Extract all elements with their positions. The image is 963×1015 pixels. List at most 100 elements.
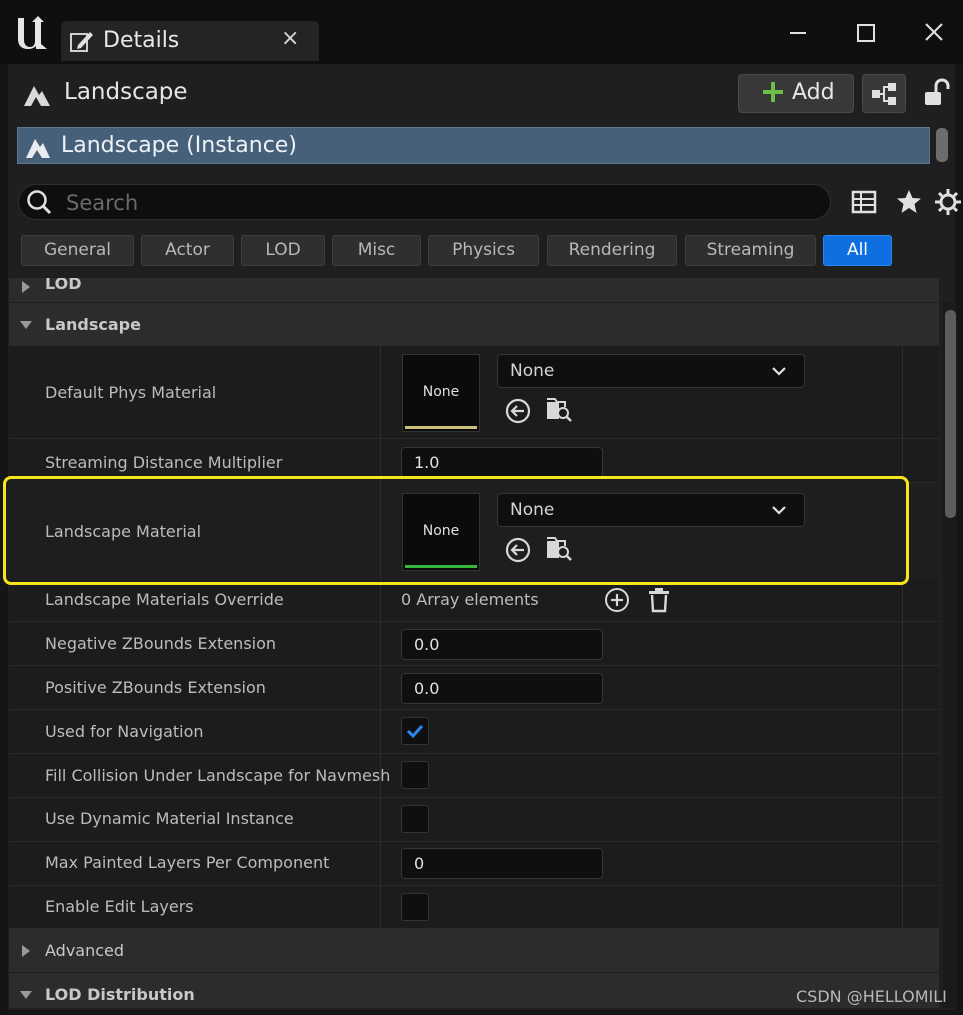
landscape-component-icon: [26, 139, 50, 158]
column-divider: [902, 798, 903, 842]
property-label: Used for Navigation: [45, 722, 204, 741]
minimize-icon[interactable]: [775, 18, 821, 48]
chevron-right-icon: [22, 945, 30, 957]
tab-all[interactable]: All: [823, 235, 892, 266]
category-label: Advanced: [45, 941, 125, 960]
tab-actor[interactable]: Actor: [141, 235, 234, 266]
material-thumbnail[interactable]: None: [402, 493, 480, 571]
column-divider: [380, 479, 381, 582]
category-advanced[interactable]: Advanced: [9, 929, 939, 972]
property-label: Landscape Material: [45, 522, 202, 541]
column-divider: [380, 886, 381, 929]
column-divider: [902, 842, 903, 886]
plus-icon: [763, 82, 783, 102]
trash-icon[interactable]: [645, 586, 673, 614]
tab-misc[interactable]: Misc: [332, 235, 421, 266]
use-selected-asset-icon[interactable]: [504, 397, 532, 425]
thumbnail-label: None: [422, 523, 460, 539]
actor-name: Landscape: [64, 79, 188, 105]
add-button-label: Add: [792, 80, 835, 105]
tab-physics[interactable]: Physics: [428, 235, 539, 266]
property-label: Negative ZBounds Extension: [45, 634, 277, 653]
favorite-star-icon[interactable]: [894, 187, 924, 217]
chevron-down-icon: [772, 506, 786, 515]
max-painted-layers-field[interactable]: [401, 848, 603, 879]
tab-lod[interactable]: LOD: [241, 235, 325, 266]
browse-asset-icon[interactable]: [545, 534, 573, 562]
chevron-down-icon: [772, 367, 786, 376]
positive-zbounds-field[interactable]: [401, 673, 603, 704]
category-lod[interactable]: LOD: [9, 278, 939, 302]
property-row-negative-zbounds: Negative ZBounds Extension: [9, 622, 939, 666]
property-label: Landscape Materials Override: [45, 590, 284, 609]
property-label: Enable Edit Layers: [45, 897, 194, 916]
property-label: Positive ZBounds Extension: [45, 678, 266, 697]
property-label: Use Dynamic Material Instance: [45, 809, 294, 828]
property-row-used-for-navigation: Used for Navigation: [9, 710, 939, 754]
close-tab-icon[interactable]: ×: [281, 26, 299, 51]
category-landscape[interactable]: Landscape: [9, 303, 939, 346]
enable-edit-layers-checkbox[interactable]: [401, 893, 429, 921]
property-label: Max Painted Layers Per Component: [45, 853, 330, 872]
settings-gear-icon[interactable]: [933, 187, 963, 217]
property-row-positive-zbounds: Positive ZBounds Extension: [9, 666, 939, 710]
asset-type-bar: [405, 426, 477, 429]
column-divider: [902, 666, 903, 710]
unreal-logo-icon: [18, 16, 47, 49]
negative-zbounds-field[interactable]: [401, 629, 603, 660]
material-picker-combo[interactable]: None: [497, 493, 805, 527]
category-label: LOD: [45, 278, 82, 293]
category-label: LOD Distribution: [45, 985, 195, 1004]
close-window-icon[interactable]: [911, 18, 957, 48]
pencil-edit-icon: [70, 32, 93, 52]
column-divider: [380, 798, 381, 842]
unlock-icon[interactable]: [922, 78, 950, 108]
column-divider: [380, 622, 381, 666]
tab-general[interactable]: General: [21, 235, 134, 266]
chevron-down-icon: [20, 321, 32, 329]
column-divider: [380, 842, 381, 886]
search-icon: [27, 190, 52, 215]
use-selected-asset-icon[interactable]: [504, 536, 532, 564]
property-label: Fill Collision Under Landscape for Navme…: [45, 766, 391, 785]
maximize-icon[interactable]: [843, 18, 889, 48]
combo-value: None: [510, 361, 555, 381]
used-for-navigation-checkbox[interactable]: [401, 717, 429, 745]
browse-asset-icon[interactable]: [545, 395, 573, 423]
hierarchy-icon: [872, 83, 896, 105]
dynamic-material-checkbox[interactable]: [401, 805, 429, 833]
property-row-enable-edit-layers: Enable Edit Layers: [9, 886, 939, 929]
tab-streaming[interactable]: Streaming: [685, 235, 816, 266]
property-row-fill-collision: Fill Collision Under Landscape for Navme…: [9, 754, 939, 798]
watermark-text: CSDN @HELLOMILI: [796, 987, 947, 1006]
search-input[interactable]: [64, 186, 768, 220]
column-divider: [380, 666, 381, 710]
column-divider: [902, 346, 903, 439]
tab-rendering[interactable]: Rendering: [547, 235, 677, 266]
tab-title: Details: [103, 28, 180, 53]
chevron-right-icon: [22, 281, 30, 293]
thumbnail-label: None: [422, 384, 460, 400]
landscape-material-row-highlighted: Landscape Material None None: [3, 476, 909, 585]
add-element-icon[interactable]: [603, 586, 631, 614]
array-count: 0 Array elements: [401, 590, 539, 609]
checkmark-icon: [406, 724, 424, 739]
table-view-icon[interactable]: [849, 187, 879, 217]
column-divider: [902, 622, 903, 666]
details-scrollbar-thumb[interactable]: [945, 310, 956, 518]
property-row-dynamic-material: Use Dynamic Material Instance: [9, 798, 939, 842]
fill-collision-checkbox[interactable]: [401, 761, 429, 789]
asset-picker-combo[interactable]: None: [497, 354, 805, 388]
property-row-default-phys-material: Default Phys Material None None: [9, 346, 939, 439]
column-divider: [380, 346, 381, 439]
component-name: Landscape (Instance): [61, 133, 297, 158]
column-divider: [902, 710, 903, 754]
landscape-icon: [24, 86, 50, 106]
component-list-scrollbar[interactable]: [936, 128, 948, 162]
column-divider: [380, 754, 381, 798]
column-divider: [902, 754, 903, 798]
asset-thumbnail[interactable]: None: [402, 354, 480, 432]
column-divider: [902, 886, 903, 929]
property-label: Streaming Distance Multiplier: [45, 453, 283, 472]
streaming-distance-field[interactable]: [401, 447, 603, 478]
